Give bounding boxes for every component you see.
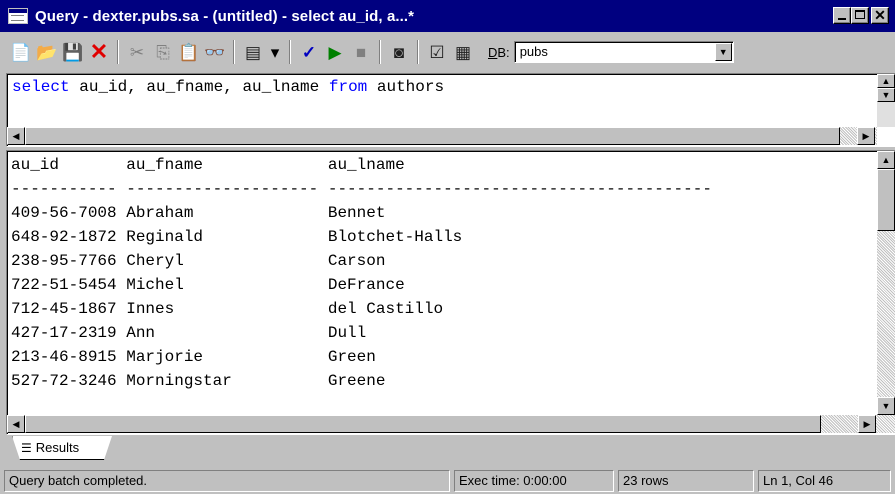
editor-vertical-scrollbar[interactable]: ▲ ▼ xyxy=(877,74,895,127)
results-row: 722-51-5454 Michel DeFrance xyxy=(11,276,405,294)
results-row: 648-92-1872 Reginald Blotchet-Halls xyxy=(11,228,463,246)
toolbar-separator xyxy=(233,40,235,64)
results-pane[interactable]: au_id au_fname au_lname ----------- -----… xyxy=(6,150,895,435)
tab-results-label: Results xyxy=(35,440,80,455)
window-controls: ✕ xyxy=(833,7,889,24)
database-label: DB: xyxy=(488,45,510,60)
status-message: Query batch completed. xyxy=(4,470,450,492)
query-editor[interactable]: select au_id, au_fname, au_lname from au… xyxy=(6,73,895,147)
title-bar[interactable]: Query - dexter.pubs.sa - (untitled) - se… xyxy=(0,0,895,32)
sql-token: authors xyxy=(367,78,445,96)
results-row: 527-72-3246 Morningstar Greene xyxy=(11,372,386,390)
parse-query-icon[interactable]: ✓ xyxy=(296,39,322,65)
toolbar: 📄 📂 💾 ✕ ✂ ⎘ 📋 👓 ▤ ▾ ✓ ▶ ■ ◙ ☑ ▦ DB: pubs… xyxy=(0,33,895,71)
results-row: 712-45-1867 Innes del Castillo xyxy=(11,300,444,318)
query-window-icon[interactable] xyxy=(8,8,28,24)
paste-icon[interactable]: 📋 xyxy=(176,39,202,65)
query-mode-icon[interactable]: ▤ xyxy=(240,39,266,65)
new-query-icon[interactable]: 📄 xyxy=(8,39,34,65)
display-plan-icon[interactable]: ◙ xyxy=(386,39,412,65)
tab-results[interactable]: ☰ Results xyxy=(12,436,112,460)
results-header-line: au_id au_fname au_lname xyxy=(11,156,405,174)
results-text: au_id au_fname au_lname ----------- -----… xyxy=(11,153,712,393)
cut-icon[interactable]: ✂ xyxy=(124,39,150,65)
results-row: 427-17-2319 Ann Dull xyxy=(11,324,367,342)
copy-icon[interactable]: ⎘ xyxy=(150,39,176,65)
sql-keyword: from xyxy=(328,78,368,96)
status-exec-time: Exec time: 0:00:00 xyxy=(454,470,614,492)
results-vscroll-thumb[interactable] xyxy=(877,169,895,231)
results-tabstrip: ☰ Results xyxy=(6,436,895,462)
database-label-text: B: xyxy=(497,44,510,60)
toolbar-separator xyxy=(379,40,381,64)
results-hscroll-thumb[interactable] xyxy=(25,415,821,433)
editor-scroll-down-button[interactable]: ▼ xyxy=(877,88,895,102)
results-scroll-right-button[interactable]: ▶ xyxy=(858,415,876,433)
results-grid-icon[interactable]: ▦ xyxy=(450,39,476,65)
close-icon: ✕ xyxy=(874,7,886,23)
window-title: Query - dexter.pubs.sa - (untitled) - se… xyxy=(35,7,415,25)
editor-scroll-right-button[interactable]: ▶ xyxy=(857,127,875,145)
results-row: 409-56-7008 Abraham Bennet xyxy=(11,204,386,222)
sql-text[interactable]: select au_id, au_fname, au_lname from au… xyxy=(12,78,444,96)
sql-token: au_id, au_fname, au_lname xyxy=(69,78,329,96)
database-select[interactable]: pubs ▼ xyxy=(513,41,734,63)
minimize-icon xyxy=(838,18,846,20)
find-icon[interactable]: 👓 xyxy=(202,39,228,65)
query-mode-dropdown-icon[interactable]: ▾ xyxy=(266,39,284,65)
results-scroll-left-button[interactable]: ◀ xyxy=(7,415,25,433)
editor-scroll-left-button[interactable]: ◀ xyxy=(7,127,25,145)
toolbar-separator xyxy=(117,40,119,64)
maximize-icon xyxy=(855,10,865,19)
query-window: Query - dexter.pubs.sa - (untitled) - se… xyxy=(0,0,895,494)
minimize-button[interactable] xyxy=(833,7,851,24)
results-scroll-down-button[interactable]: ▼ xyxy=(877,397,895,415)
results-scroll-up-button[interactable]: ▲ xyxy=(877,151,895,169)
sql-keyword: select xyxy=(12,78,70,96)
results-divider-line: ----------- -------------------- -------… xyxy=(11,180,712,198)
status-cursor-position: Ln 1, Col 46 xyxy=(758,470,891,492)
results-vertical-scrollbar[interactable]: ▲ ▼ xyxy=(877,151,895,415)
results-row: 213-46-8915 Marjorie Green xyxy=(11,348,376,366)
execute-query-icon[interactable]: ▶ xyxy=(322,39,348,65)
editor-scroll-up-button[interactable]: ▲ xyxy=(877,74,895,88)
results-horizontal-scrollbar[interactable]: ◀ ▶ xyxy=(7,415,895,433)
database-dropdown-button[interactable]: ▼ xyxy=(714,43,732,61)
editor-hscroll-thumb[interactable] xyxy=(25,127,840,145)
database-label-accel: D xyxy=(488,44,498,60)
toolbar-separator xyxy=(289,40,291,64)
database-select-value: pubs xyxy=(519,44,548,59)
status-bar: Query batch completed. Exec time: 0:00:0… xyxy=(0,468,895,494)
cancel-query-icon[interactable]: ■ xyxy=(348,39,374,65)
toolbar-separator xyxy=(417,40,419,64)
results-icon: ☰ xyxy=(21,440,32,455)
save-icon[interactable]: 💾 xyxy=(60,39,86,65)
close-button[interactable]: ✕ xyxy=(871,7,889,24)
open-file-icon[interactable]: 📂 xyxy=(34,39,60,65)
delete-icon[interactable]: ✕ xyxy=(86,39,112,65)
results-row: 238-95-7766 Cheryl Carson xyxy=(11,252,386,270)
status-row-count: 23 rows xyxy=(618,470,754,492)
maximize-button[interactable] xyxy=(851,7,869,24)
query-options-icon[interactable]: ☑ xyxy=(424,39,450,65)
editor-horizontal-scrollbar[interactable]: ◀ ▶ xyxy=(7,127,877,145)
